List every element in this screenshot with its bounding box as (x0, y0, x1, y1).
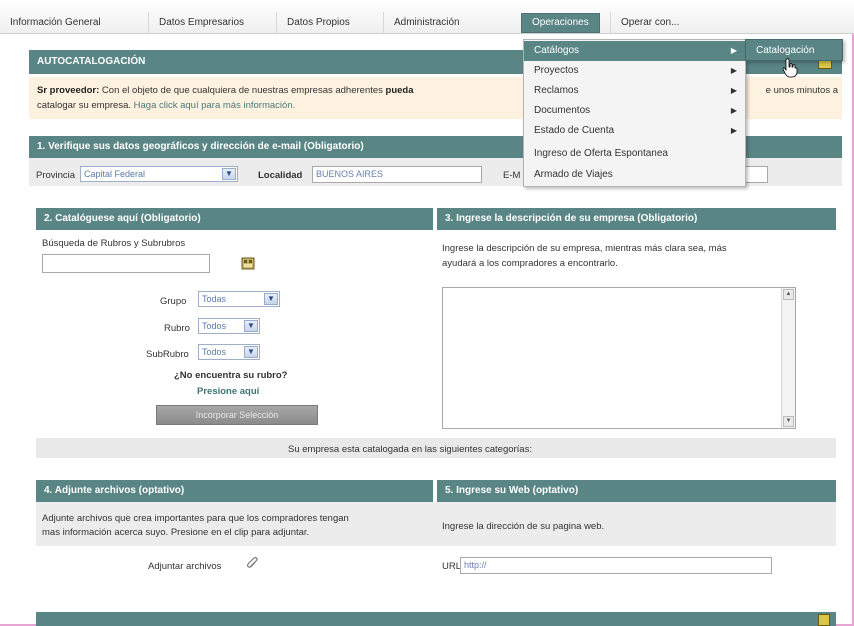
more-info-link[interactable]: Haga click aquí para más información. (134, 100, 296, 111)
menu-item-label: Estado de Cuenta (534, 125, 615, 136)
grupo-value: Todas (202, 294, 227, 304)
operaciones-menu: Catálogos ▶ Proyectos ▶ Reclamos ▶ Document… (523, 39, 746, 187)
localidad-input[interactable]: BUENOS AIRES (312, 166, 482, 183)
description-text-2: ayudará a los compradores a encontrarlo. (442, 258, 618, 269)
chevron-right-icon: ▶ (730, 46, 737, 55)
menu-item-armado-de-viajes[interactable]: Armado de Viajes (524, 165, 745, 185)
menu-item-label: Ingreso de Oferta Espontanea (534, 148, 668, 159)
paperclip-icon[interactable] (246, 557, 260, 571)
section2-header: 2. Catalóguese aquí (Obligatorio) (36, 208, 433, 230)
menu-item-proyectos[interactable]: Proyectos ▶ (524, 61, 745, 81)
menu-item-estado-de-cuenta[interactable]: Estado de Cuenta ▶ (524, 121, 745, 141)
busqueda-label: Búsqueda de Rubros y Subrubros (42, 238, 186, 249)
incorporar-seleccion-button[interactable]: Incorporar Selección (156, 405, 318, 425)
menu-item-label: Documentos (534, 105, 591, 116)
chevron-right-icon: ▶ (730, 126, 737, 135)
chevron-down-icon: ▼ (244, 320, 258, 332)
description-text-1: Ingrese la descripción de su empresa, mi… (442, 243, 727, 254)
tab-datos-propios[interactable]: Datos Propios (276, 12, 360, 34)
section1-title: 1. Verifique sus datos geográficos y dir… (37, 141, 364, 152)
collapse-icon[interactable] (818, 614, 830, 626)
rubro-select[interactable]: Todos ▼ (198, 318, 260, 334)
menu-item-label: Catálogos (534, 45, 580, 56)
chevron-down-icon: ▼ (264, 293, 278, 305)
rubro-value: Todos (202, 321, 227, 331)
description-textarea[interactable]: ▲ ▼ (442, 287, 796, 429)
provincia-label: Provincia (36, 170, 76, 181)
url-input[interactable]: http:// (460, 557, 772, 574)
chevron-right-icon: ▶ (730, 66, 737, 75)
section5-title: 5. Ingrese su Web (optativo) (445, 485, 579, 496)
chevron-down-icon: ▼ (244, 346, 258, 358)
scroll-down-icon[interactable]: ▼ (783, 416, 794, 427)
rubro-search-input[interactable] (42, 254, 210, 273)
note-right-text: e unos minutos a (765, 85, 838, 96)
url-value: http:// (464, 560, 487, 570)
subrubro-select[interactable]: Todos ▼ (198, 344, 260, 360)
chevron-down-icon: ▼ (222, 168, 236, 180)
section4-title: 4. Adjunte archivos (optativo) (44, 485, 185, 496)
section3-header: 3. Ingrese la descripción de su empresa … (437, 208, 836, 230)
grupo-label: Grupo (160, 296, 187, 307)
tab-informacion-general[interactable]: Información General (0, 12, 111, 34)
section45-text-row (36, 502, 836, 546)
textarea-scrollbar[interactable]: ▲ ▼ (781, 288, 795, 428)
subrubro-label: SubRubro (146, 349, 189, 360)
tab-operaciones[interactable]: Operaciones (521, 13, 600, 33)
incorporar-label: Incorporar Selección (195, 410, 279, 420)
subrubro-value: Todos (202, 347, 227, 357)
tab-datos-empresarios[interactable]: Datos Empresarios (148, 12, 254, 34)
localidad-label: Localidad (258, 170, 303, 181)
hand-cursor-icon (782, 58, 798, 78)
note-bold2: pueda (385, 85, 414, 96)
presione-aqui-link[interactable]: Presione aquí (197, 386, 259, 397)
autocatalogacion-title: AUTOCATALOGACIÓN (37, 56, 146, 67)
email-label: E-M (503, 170, 521, 181)
grupo-select[interactable]: Todas ▼ (198, 291, 280, 307)
chevron-right-icon: ▶ (730, 106, 737, 115)
web-text: Ingrese la dirección de su pagina web. (442, 521, 605, 532)
tab-operar-con[interactable]: Operar con... (610, 12, 689, 34)
section3-title: 3. Ingrese la descripción de su empresa … (445, 213, 698, 224)
search-catalog-icon[interactable] (240, 255, 256, 271)
menu-item-label: Reclamos (534, 85, 579, 96)
note-text: Con el objeto de que cualquiera de nuest… (99, 85, 386, 96)
menu-item-label: Armado de Viajes (534, 169, 613, 180)
tab-administracion[interactable]: Administración (383, 12, 470, 34)
section2-title: 2. Catalóguese aquí (Obligatorio) (44, 213, 201, 224)
submenu-item-label: Catalogación (756, 45, 815, 56)
top-navigation: Información General Datos Empresarios Da… (0, 0, 854, 34)
scroll-up-icon[interactable]: ▲ (783, 289, 794, 300)
section5-header: 5. Ingrese su Web (optativo) (437, 480, 836, 502)
adjunte-text-1: Adjunte archivos que crea importantes pa… (42, 513, 349, 524)
localidad-value: BUENOS AIRES (316, 169, 384, 179)
chevron-right-icon: ▶ (730, 86, 737, 95)
rubro-label: Rubro (164, 323, 190, 334)
provincia-select[interactable]: Capital Federal ▼ (80, 166, 238, 182)
menu-item-documentos[interactable]: Documentos ▶ (524, 101, 745, 121)
menu-item-reclamos[interactable]: Reclamos ▶ (524, 81, 745, 101)
menu-item-oferta-espontanea[interactable]: Ingreso de Oferta Espontanea (524, 144, 745, 164)
no-encuentra-label: ¿No encuentra su rubro? (174, 370, 288, 381)
adjuntar-label: Adjuntar archivos (148, 561, 222, 572)
url-label: URL (442, 561, 462, 572)
catalogada-text: Su empresa esta catalogada en las siguie… (288, 444, 532, 455)
note-line2: catalogar su empresa. (37, 100, 134, 111)
bottom-section-header (36, 612, 836, 626)
menu-item-catalogos[interactable]: Catálogos ▶ (524, 41, 745, 61)
adjunte-text-2: mas información acerca suyo. Presione en… (42, 527, 310, 538)
provincia-value: Capital Federal (84, 169, 146, 179)
section4-header: 4. Adjunte archivos (optativo) (36, 480, 433, 502)
note-bold: Sr proveedor: (37, 85, 100, 96)
menu-item-label: Proyectos (534, 65, 579, 76)
